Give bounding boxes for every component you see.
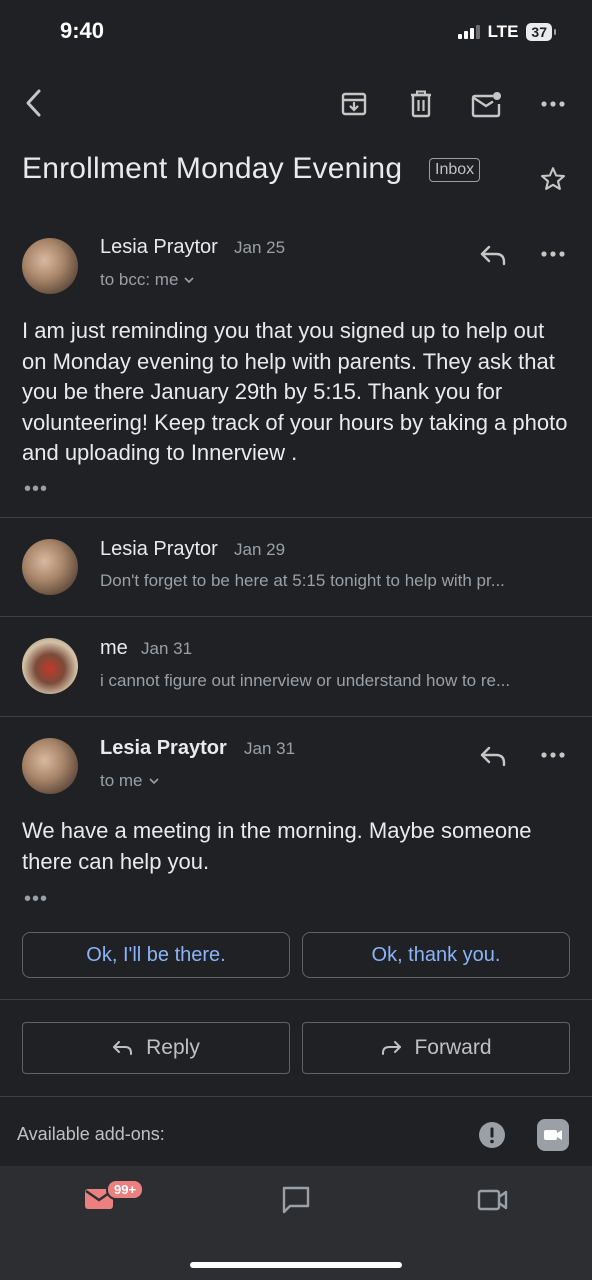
inbox-label-chip[interactable]: Inbox — [429, 158, 481, 182]
sender-avatar — [22, 539, 78, 595]
collapsed-message[interactable]: me Jan 31 i cannot figure out innerview … — [0, 617, 592, 715]
forward-label: Forward — [414, 1036, 492, 1059]
mark-unread-button[interactable] — [470, 88, 504, 120]
show-trimmed-content-button[interactable]: ••• — [24, 478, 48, 501]
nav-meet[interactable] — [476, 1184, 510, 1216]
chat-icon — [282, 1186, 310, 1214]
archive-icon — [341, 92, 367, 116]
battery-indicator: 37 — [526, 23, 556, 41]
trash-icon — [411, 90, 431, 118]
divider — [0, 1096, 592, 1097]
mark-unread-icon — [471, 92, 501, 118]
message-snippet: i cannot figure out innerview or underst… — [100, 671, 511, 690]
reply-icon — [113, 1041, 133, 1055]
reply-icon-button[interactable] — [476, 743, 510, 769]
smart-reply-button[interactable]: Ok, I'll be there. — [22, 932, 290, 978]
more-options-button[interactable] — [538, 90, 568, 118]
video-addon-icon — [537, 1119, 569, 1151]
message-body: I am just reminding you that you signed … — [22, 318, 568, 465]
reply-button[interactable]: Reply — [22, 1022, 290, 1074]
sender-name: Lesia Praytor — [100, 236, 218, 258]
signal-icon — [457, 25, 480, 39]
forward-icon — [382, 1041, 402, 1055]
collapsed-message[interactable]: Lesia Praytor Jan 29 Don't forget to be … — [0, 518, 592, 616]
status-indicators: LTE 37 — [457, 22, 556, 42]
recipients-text: to me — [100, 771, 143, 790]
reply-icon — [480, 245, 506, 266]
smart-reply-button[interactable]: Ok, thank you. — [302, 932, 570, 978]
recipients-toggle[interactable]: to me — [100, 771, 159, 791]
divider — [0, 999, 592, 1000]
home-indicator[interactable] — [190, 1262, 402, 1268]
chevron-down-icon — [184, 276, 194, 283]
archive-button[interactable] — [338, 88, 370, 120]
message-date: Jan 31 — [141, 639, 193, 658]
message-date: Jan 25 — [234, 238, 286, 257]
sender-name: Lesia Praytor — [100, 538, 218, 560]
more-horizontal-icon — [541, 101, 565, 107]
email-subject: Enrollment Monday Evening — [22, 152, 403, 185]
alert-icon — [479, 1122, 505, 1148]
chevron-down-icon — [148, 777, 159, 784]
sender-name: me — [100, 637, 128, 659]
message-more-button[interactable] — [538, 242, 568, 266]
message-more-button[interactable] — [538, 743, 568, 767]
network-label: LTE — [487, 22, 519, 41]
message-date: Jan 31 — [244, 739, 296, 758]
nav-chat[interactable] — [280, 1184, 312, 1216]
delete-button[interactable] — [405, 88, 437, 120]
recipients-text: to bcc: me — [100, 270, 179, 289]
more-horizontal-icon — [541, 251, 565, 257]
recipients-toggle[interactable]: to bcc: me — [100, 270, 194, 290]
show-trimmed-content-button[interactable]: ••• — [24, 888, 48, 911]
sender-avatar — [22, 638, 78, 694]
star-icon — [540, 167, 566, 190]
divider — [0, 716, 592, 717]
status-time: 9:40 — [60, 18, 105, 43]
reply-icon — [480, 746, 506, 767]
back-button[interactable] — [18, 86, 48, 120]
chevron-left-icon — [26, 89, 41, 117]
addon-meet-button[interactable] — [536, 1118, 570, 1152]
addon-report-button[interactable] — [478, 1121, 506, 1149]
message-snippet: Don't forget to be here at 5:15 tonight … — [100, 571, 505, 590]
reply-label: Reply — [146, 1036, 200, 1059]
sender-avatar[interactable] — [22, 238, 78, 294]
meet-icon — [477, 1189, 508, 1211]
more-horizontal-icon — [541, 752, 565, 758]
sender-avatar[interactable] — [22, 738, 78, 794]
star-button[interactable] — [536, 162, 570, 196]
addons-label: Available add-ons: — [17, 1124, 165, 1144]
reply-icon-button[interactable] — [476, 242, 510, 268]
message-body: We have a meeting in the morning. Maybe … — [22, 818, 532, 874]
mail-count-badge: 99+ — [106, 1179, 145, 1200]
sender-name: Lesia Praytor — [100, 737, 227, 759]
forward-button[interactable]: Forward — [302, 1022, 570, 1074]
message-date: Jan 29 — [234, 540, 286, 559]
